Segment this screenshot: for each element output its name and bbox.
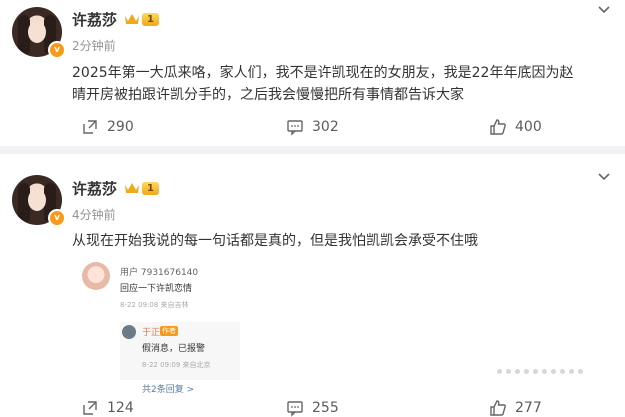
like-count: 400 xyxy=(515,119,542,135)
reply-author-tag: 作者 xyxy=(160,326,178,336)
chevron-down-icon[interactable] xyxy=(597,3,611,17)
weibo-post-1: v 许荔莎 1 2分钟前 2025年第一大瓜来咯，家人们，我不是许凯现在的女朋友… xyxy=(0,0,625,146)
quoted-comment-meta: 8-22 09:08 来自吉林 xyxy=(120,301,189,309)
comment-icon xyxy=(287,120,303,136)
quoted-user-name: 用户 7931676140 xyxy=(120,268,199,278)
author-name[interactable]: 许荔莎 xyxy=(72,178,117,199)
like-button[interactable]: 277 xyxy=(489,399,542,417)
repost-button[interactable]: 290 xyxy=(81,118,134,136)
author-name[interactable]: 许荔莎 xyxy=(72,9,117,30)
comment-count: 255 xyxy=(312,400,339,416)
post-time[interactable]: 4分钟前 xyxy=(72,206,116,223)
post-time[interactable]: 2分钟前 xyxy=(72,37,116,54)
reply-avatar xyxy=(122,325,136,339)
member-level: 1 xyxy=(142,12,159,26)
crown-icon xyxy=(125,14,139,24)
post-text-line-2: 晴开房被拍跟许凯分手的，之后我会慢慢把所有事情都告诉大家 xyxy=(72,87,464,103)
repost-icon xyxy=(83,401,97,415)
comment-button[interactable]: 302 xyxy=(286,118,339,136)
like-button[interactable]: 400 xyxy=(489,118,542,136)
quoted-reply: 于正 作者 假消息，已报警 8-22 09:09 来自北京 xyxy=(120,322,240,380)
member-badge[interactable]: 1 xyxy=(124,180,159,196)
repost-button[interactable]: 124 xyxy=(81,399,134,417)
thumbs-up-icon xyxy=(490,119,506,135)
repost-count: 124 xyxy=(107,400,134,416)
repost-count: 290 xyxy=(107,119,134,135)
image-pagination-dots[interactable] xyxy=(497,369,583,374)
post-text: 从现在开始我说的每一句话都是真的，但是我怕凯凯会承受不住哦 xyxy=(72,233,478,249)
quoted-user-avatar xyxy=(82,262,110,290)
member-level: 1 xyxy=(142,181,159,195)
chevron-down-icon[interactable] xyxy=(597,170,611,184)
like-count: 277 xyxy=(515,400,542,416)
reply-author: 于正 xyxy=(142,328,161,338)
post-separator xyxy=(0,146,625,154)
quoted-comment-text: 回应一下许凯恋情 xyxy=(120,284,193,294)
weibo-post-2: v 许荔莎 1 4分钟前 从现在开始我说的每一句话都是真的，但是我怕凯凯会承受不… xyxy=(0,154,625,417)
crown-icon xyxy=(125,183,139,193)
comment-button[interactable]: 255 xyxy=(286,399,339,417)
comment-count: 302 xyxy=(312,119,339,135)
verified-badge-icon: v xyxy=(48,209,66,227)
member-badge[interactable]: 1 xyxy=(124,11,159,27)
comment-icon xyxy=(287,401,303,417)
reply-text: 假消息，已报警 xyxy=(142,344,206,354)
more-replies-link: 共2条回复 > xyxy=(142,385,195,395)
repost-icon xyxy=(83,120,97,134)
verified-badge-icon: v xyxy=(48,41,66,59)
embedded-comment-screenshot[interactable]: 用户 7931676140 回应一下许凯恋情 8-22 09:08 来自吉林 于… xyxy=(72,257,242,397)
thumbs-up-icon xyxy=(490,400,506,416)
reply-meta: 8-22 09:09 来自北京 xyxy=(142,361,211,369)
